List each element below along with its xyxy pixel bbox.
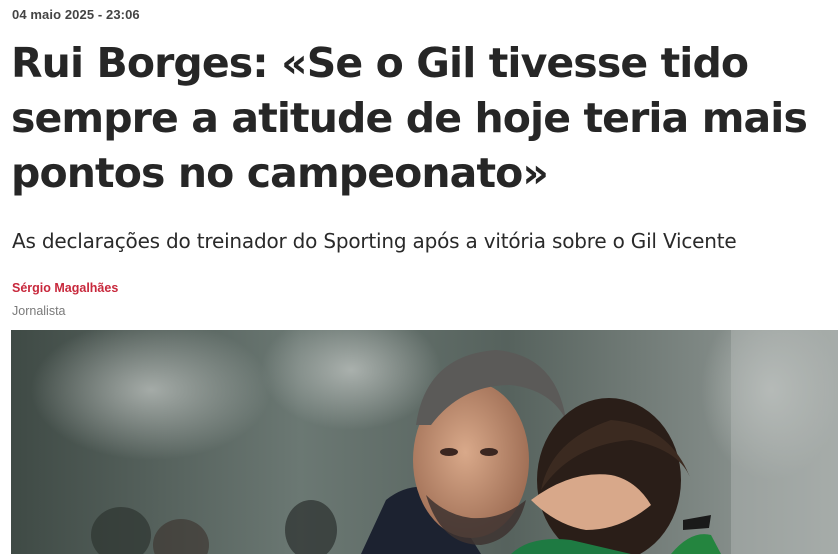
publish-date: 04 maio 2025 - 23:06 <box>12 7 140 22</box>
author-block: Sérgio Magalhães Jornalista <box>12 281 118 318</box>
article: 04 maio 2025 - 23:06 Rui Borges: «Se o G… <box>0 0 838 554</box>
author-role: Jornalista <box>12 304 66 318</box>
article-headline: Rui Borges: «Se o Gil tivesse tido sempr… <box>11 39 808 197</box>
hero-photo <box>11 330 838 554</box>
article-subtitle: As declarações do treinador do Sporting … <box>12 229 737 253</box>
author-name-link[interactable]: Sérgio Magalhães <box>12 281 118 295</box>
